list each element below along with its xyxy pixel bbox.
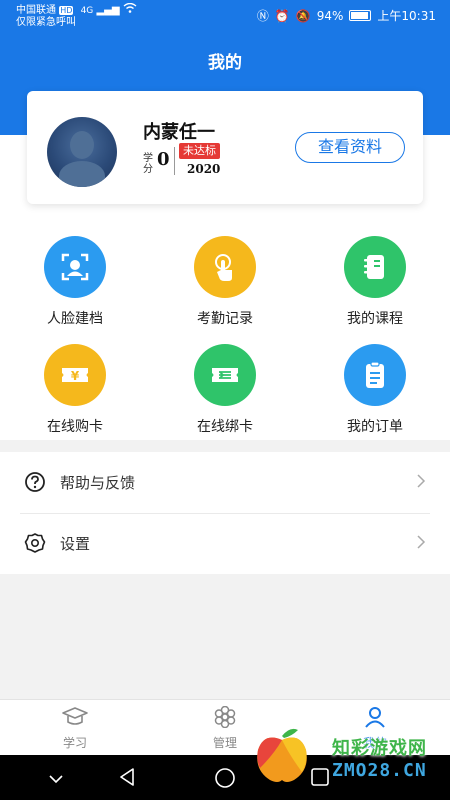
grid-item-my-orders[interactable]: 我的订单 [300,344,450,436]
view-profile-button[interactable]: 查看资料 [295,132,405,163]
grid-label: 我的课程 [347,311,403,327]
credit-divider [174,147,175,175]
signal-4g: 4G [80,6,94,16]
back-icon[interactable] [118,767,136,791]
clock-time: 上午10:31 [377,9,436,23]
menu-item-settings[interactable]: 设置 [0,513,450,574]
wifi-icon [123,2,137,16]
chevron-down-icon[interactable] [48,770,64,789]
chevron-right-icon [416,534,426,554]
grid-item-attendance[interactable]: 考勤记录 [150,236,300,328]
chevron-right-icon [416,473,426,493]
watermark-text: 知彩游戏网 [332,738,427,759]
grid-label: 在线购卡 [47,419,103,435]
hd-badge: HD [59,6,74,15]
svg-text:¥: ¥ [71,369,80,383]
watermark: 知彩游戏网 ZMO28.CN [248,708,448,798]
credit-label: 学分 [143,153,153,175]
help-icon [24,471,46,497]
notebook-icon [344,236,406,298]
page-title: 我的 [208,53,242,73]
clipboard-icon [344,344,406,406]
grid-label: 在线绑卡 [197,419,253,435]
profile-card: 内蒙任一 学分 0 未达标 2020 查看资料 [27,91,423,204]
alarm-icon: ⏰ [274,8,290,23]
watermark-logo [257,728,307,782]
home-icon[interactable] [214,767,236,793]
ticket-yen-icon: ¥ [44,344,106,406]
avatar[interactable] [47,117,117,187]
status-badge: 未达标 [179,143,220,159]
mute-icon: 🔕 [295,8,311,23]
grid-item-buy-card[interactable]: ¥ 在线购卡 [0,344,150,436]
grid-item-face-record[interactable]: 人脸建档 [0,236,150,328]
watermark-domain: ZMO28.CN [332,760,427,781]
status-bar: 中国联通 HD 4G ▂▄▆ 仅限紧急呼叫 Ⓝ ⏰ 🔕 94% 上午10:31 [0,0,450,30]
grid-label: 考勤记录 [197,311,253,327]
menu-label: 帮助与反馈 [60,474,136,492]
emergency-only-text: 仅限紧急呼叫 [16,17,76,28]
touch-click-icon [194,236,256,298]
grid-label: 人脸建档 [47,311,103,327]
menu-item-help-feedback[interactable]: 帮助与反馈 [0,452,450,513]
carrier-info: 中国联通 HD 4G ▂▄▆ 仅限紧急呼叫 [16,2,137,28]
avatar-head [70,131,94,159]
user-name: 内蒙任一 [143,122,215,143]
grid-item-my-courses[interactable]: 我的课程 [300,236,450,328]
nfc-icon: Ⓝ [256,9,269,23]
battery-icon [349,10,372,21]
battery-percent: 94% [316,8,344,23]
face-scan-icon [44,236,106,298]
credit-value: 0 [157,149,170,170]
tab-label: 学习 [62,736,87,750]
signal-bars-icon: ▂▄▆ [96,5,120,16]
settings-gear-icon [24,532,46,558]
tab-study[interactable]: 学习 [0,706,150,751]
carrier-name: 中国联通 [16,5,56,16]
status-icons: Ⓝ ⏰ 🔕 94% 上午10:31 [257,7,436,24]
menu-divider [20,513,430,514]
ticket-bind-icon [194,344,256,406]
grid-label: 我的订单 [347,419,403,435]
year-label: 2020 [187,162,221,176]
menu-label: 设置 [60,535,91,553]
avatar-body [59,161,105,187]
graduation-cap-icon [0,706,150,731]
grid-item-bind-card[interactable]: 在线绑卡 [150,344,300,436]
